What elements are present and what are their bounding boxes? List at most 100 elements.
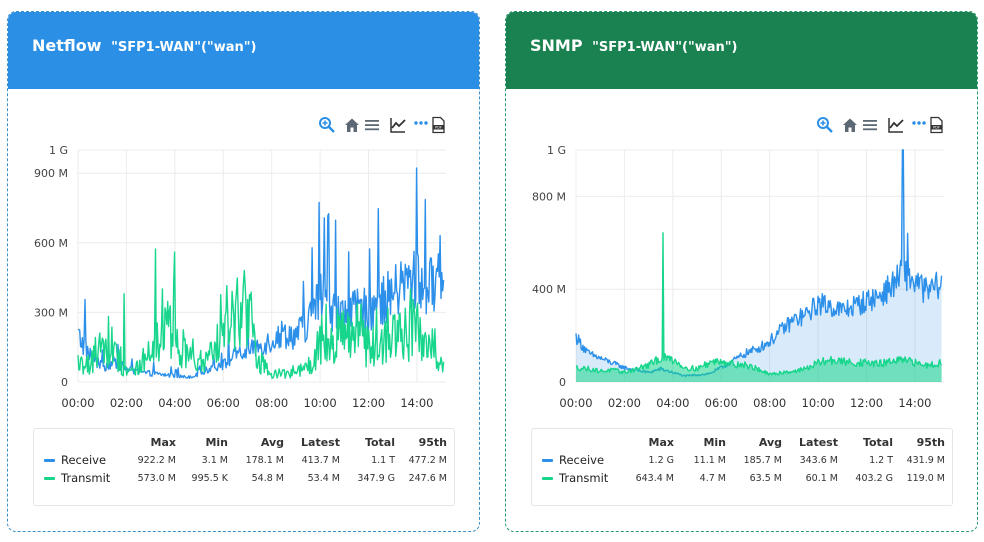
legend-value: 343.6 M xyxy=(799,454,838,466)
pdf-icon[interactable]: PDF xyxy=(429,116,447,134)
legend-value: 922.2 M xyxy=(137,454,176,466)
y-tick-label: 0 xyxy=(61,376,68,389)
legend-header: Total xyxy=(364,435,395,449)
x-tick-label: 12:00 xyxy=(850,396,883,410)
x-tick-label: 02:00 xyxy=(608,396,641,410)
menu-icon[interactable] xyxy=(861,116,879,134)
panel-title-text: Netflow xyxy=(32,36,102,55)
x-tick-label: 04:00 xyxy=(656,396,689,410)
x-tick-label: 12:00 xyxy=(352,396,385,410)
x-tick-label: 14:00 xyxy=(400,396,433,410)
snmp-chart[interactable]: 0 400 M 800 M 1 G 00:00 02:00 04:00 06:00 08:00 1… xyxy=(506,142,966,422)
legend-header-row: Max Min Avg Latest Total 95th xyxy=(34,433,447,451)
legend-header: 95th xyxy=(418,435,447,449)
legend-series-name: Transmit xyxy=(559,471,609,485)
panel-header: Netflow "SFP1-WAN"("wan") xyxy=(8,12,479,89)
more-dots-icon[interactable] xyxy=(910,116,928,134)
zoom-in-icon[interactable] xyxy=(816,116,834,134)
menu-icon[interactable] xyxy=(363,116,381,134)
x-tick-label: 14:00 xyxy=(898,396,931,410)
snmp-panel: SNMP "SFP1-WAN"("wan") PDF 0 400 M 800 M 1 … xyxy=(505,11,978,532)
legend-value: 63.5 M xyxy=(749,472,782,484)
legend-header: Min xyxy=(205,435,228,449)
legend-row[interactable]: Transmit 643.4 M 4.7 M 63.5 M 60.1 M 403.2 G 1… xyxy=(532,469,945,487)
panel-title: Netflow "SFP1-WAN"("wan") xyxy=(32,36,256,55)
legend-value: 431.9 M xyxy=(906,454,945,466)
legend-value: 1.2 T xyxy=(869,454,893,466)
legend-swatch xyxy=(542,459,553,462)
panel-subtitle: "SFP1-WAN"("wan") xyxy=(592,40,738,55)
legend-value: 1.1 T xyxy=(371,454,395,466)
legend-value: 60.1 M xyxy=(805,472,838,484)
series-line-transmit[interactable] xyxy=(77,248,445,379)
legend-header: Latest xyxy=(799,435,838,449)
legend-value: 477.2 M xyxy=(408,454,447,466)
legend-value: 4.7 M xyxy=(699,472,726,484)
x-tick-label: 06:00 xyxy=(705,396,738,410)
legend-header: Max xyxy=(648,435,674,449)
legend-box: Max Min Avg Latest Total 95th Receive 1.2 G 11.1… xyxy=(531,428,953,506)
legend-series-name: Transmit xyxy=(61,471,111,485)
legend-value: 403.2 G xyxy=(855,472,893,484)
legend-swatch xyxy=(542,477,553,480)
legend-header: Max xyxy=(150,435,176,449)
y-tick-label: 1 G xyxy=(547,144,566,157)
legend-row[interactable]: Receive 922.2 M 3.1 M 178.1 M 413.7 M 1.1 T 47… xyxy=(34,451,447,469)
legend-value: 3.1 M xyxy=(201,454,228,466)
legend-header: 95th xyxy=(916,435,945,449)
x-tick-label: 08:00 xyxy=(753,396,786,410)
zoom-in-icon[interactable] xyxy=(318,116,336,134)
legend-row[interactable]: Transmit 573.0 M 995.5 K 54.8 M 53.4 M 347.9 … xyxy=(34,469,447,487)
legend-header: Avg xyxy=(758,435,782,449)
panel-subtitle: "SFP1-WAN"("wan") xyxy=(111,40,257,55)
legend-value: 53.4 M xyxy=(307,472,340,484)
line-chart-icon[interactable] xyxy=(887,116,905,134)
legend-value: 573.0 M xyxy=(137,472,176,484)
y-tick-label: 400 M xyxy=(532,283,566,296)
legend-value: 119.0 M xyxy=(906,472,945,484)
legend-series-name: Receive xyxy=(559,453,605,467)
legend-value: 413.7 M xyxy=(301,454,340,466)
netflow-chart[interactable]: 0 300 M 600 M 900 M 1 G 00:00 02:00 04:00 06:00 0… xyxy=(8,142,468,422)
legend-row[interactable]: Receive 1.2 G 11.1 M 185.7 M 343.6 M 1.2 T 431… xyxy=(532,451,945,469)
home-icon[interactable] xyxy=(343,116,361,134)
legend-table: Max Min Avg Latest Total 95th Receive 1.2 G 11.1… xyxy=(532,433,945,487)
legend-value: 178.1 M xyxy=(245,454,284,466)
legend-value: 11.1 M xyxy=(693,454,726,466)
legend-header: Min xyxy=(703,435,726,449)
svg-text:PDF: PDF xyxy=(435,126,442,130)
panel-title-text: SNMP xyxy=(530,36,583,55)
line-chart-icon[interactable] xyxy=(389,116,407,134)
y-tick-label: 300 M xyxy=(34,306,68,319)
x-tick-label: 06:00 xyxy=(207,396,240,410)
y-tick-label: 800 M xyxy=(532,190,566,203)
x-tick-label: 00:00 xyxy=(559,396,592,410)
x-tick-label: 02:00 xyxy=(110,396,143,410)
legend-value: 995.5 K xyxy=(191,472,228,484)
y-tick-label: 1 G xyxy=(49,144,68,157)
x-tick-label: 08:00 xyxy=(255,396,288,410)
legend-value: 643.4 M xyxy=(635,472,674,484)
netflow-panel: Netflow "SFP1-WAN"("wan") PDF 0 300 M 600 … xyxy=(7,11,480,532)
legend-box: Max Min Avg Latest Total 95th Receive 922.2 M 3.… xyxy=(33,428,455,506)
legend-header-row: Max Min Avg Latest Total 95th xyxy=(532,433,945,451)
x-tick-label: 10:00 xyxy=(304,396,337,410)
x-tick-label: 04:00 xyxy=(158,396,191,410)
legend-value: 1.2 G xyxy=(648,454,675,466)
legend-header: Avg xyxy=(260,435,284,449)
y-tick-label: 900 M xyxy=(34,167,68,180)
legend-header: Latest xyxy=(301,435,340,449)
home-icon[interactable] xyxy=(841,116,859,134)
y-tick-label: 0 xyxy=(559,376,566,389)
legend-header: Total xyxy=(862,435,893,449)
legend-value: 347.9 G xyxy=(357,472,395,484)
x-tick-label: 10:00 xyxy=(802,396,835,410)
legend-value: 247.6 M xyxy=(408,472,447,484)
panel-title: SNMP "SFP1-WAN"("wan") xyxy=(530,36,737,55)
more-dots-icon[interactable] xyxy=(412,116,430,134)
panel-header: SNMP "SFP1-WAN"("wan") xyxy=(506,12,977,89)
legend-swatch xyxy=(44,477,55,480)
legend-table: Max Min Avg Latest Total 95th Receive 922.2 M 3.… xyxy=(34,433,447,487)
pdf-icon[interactable]: PDF xyxy=(927,116,945,134)
legend-series-name: Receive xyxy=(61,453,107,467)
